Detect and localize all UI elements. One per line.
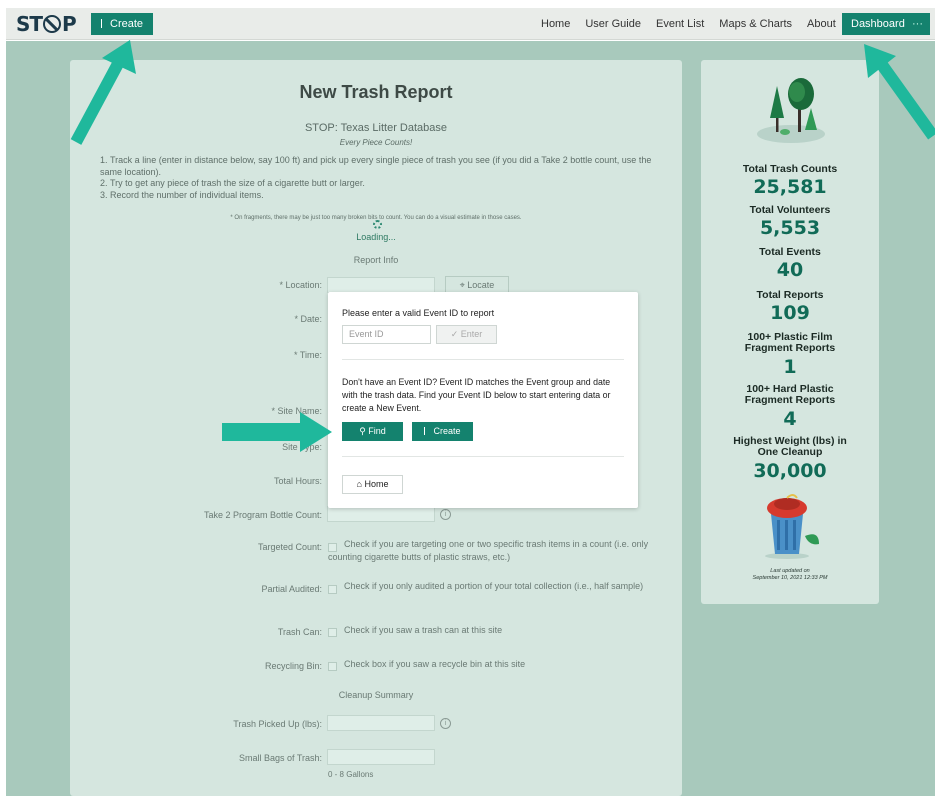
dashboard-button[interactable]: Dashboard ···	[842, 13, 930, 35]
instructions-list: Track a line (enter in distance below, s…	[100, 155, 670, 201]
recycling-label: Recycling Bin:	[264, 661, 322, 671]
trash-can-checkbox[interactable]	[328, 628, 337, 637]
small-bags-hint: 0 - 8 Gallons	[328, 770, 374, 779]
info-icon[interactable]: i	[440, 509, 451, 520]
partial-text: Check if you only audited a portion of y…	[344, 581, 644, 591]
event-id-prompt: Please enter a valid Event ID to report	[342, 308, 495, 318]
search-icon: ⚲	[359, 426, 369, 436]
annotation-arrow-dashboard-icon	[864, 44, 935, 140]
take2-field[interactable]	[327, 506, 435, 522]
enter-button[interactable]: ✓ Enter	[436, 325, 497, 344]
annotation-arrow-create-icon	[70, 40, 136, 145]
trash-picked-field[interactable]	[327, 715, 435, 731]
create-icon	[424, 427, 426, 435]
trash-can-label: Trash Can:	[277, 627, 322, 637]
event-id-description: Don't have an Event ID? Event ID matches…	[342, 377, 611, 413]
partial-label: Partial Audited:	[261, 584, 322, 594]
stat-label: 100+ Plastic Film Fragment Reports	[744, 331, 836, 354]
recycling-checkbox[interactable]	[328, 662, 337, 671]
nav-link-about[interactable]: About	[807, 18, 836, 30]
stat-value: 5,553	[759, 217, 821, 239]
create-button[interactable]: Create	[412, 422, 473, 441]
trash-can-illustration-icon	[765, 494, 819, 559]
targeted-text: Check if you are targeting one or two sp…	[328, 539, 649, 562]
stat-label: Total Trash Counts	[742, 163, 838, 175]
instruction-step: Track a line (enter in distance below, s…	[100, 155, 670, 178]
trash-can-text: Check if you saw a trash can at this sit…	[344, 625, 503, 635]
instruction-step: Try to get any piece of trash the size o…	[100, 178, 670, 190]
form-subtitle: STOP: Texas Litter Database	[304, 122, 448, 134]
trees-illustration-icon	[757, 78, 825, 143]
event-id-input[interactable]: Event ID	[342, 325, 431, 344]
stat-value: 109	[770, 302, 810, 324]
stat-value: 1	[783, 356, 797, 378]
stat-value: 25,581	[753, 176, 827, 198]
stat-label: Total Volunteers	[749, 204, 831, 216]
small-bags-label: Small Bags of Trash:	[238, 753, 322, 763]
nav-link-home[interactable]: Home	[541, 18, 570, 30]
targeted-label: Targeted Count:	[257, 542, 322, 552]
recycling-text: Check box if you saw a recycle bin at th…	[344, 659, 526, 669]
time-label: * Time:	[293, 350, 322, 360]
stats-sidebar: Total Trash Counts 25,581 Total Voluntee…	[701, 60, 879, 604]
date-label: * Date:	[294, 314, 322, 324]
stop-logo[interactable]: ST P	[16, 12, 77, 36]
home-button[interactable]: ⌂ Home	[342, 475, 403, 494]
nav-link-event-list[interactable]: Event List	[656, 18, 704, 30]
create-icon	[101, 19, 102, 28]
total-hours-label: Total Hours:	[273, 476, 322, 486]
location-label: * Location:	[279, 280, 322, 290]
small-bags-field[interactable]	[327, 749, 435, 765]
nav-link-maps-charts[interactable]: Maps & Charts	[719, 18, 792, 30]
nav-links: Home User Guide Event List Maps & Charts…	[541, 8, 851, 40]
loading-spinner-icon	[373, 220, 382, 229]
stat-label: Highest Weight (lbs) in One Cleanup	[733, 435, 847, 458]
info-icon[interactable]: i	[440, 718, 451, 729]
find-button[interactable]: ⚲ Find	[342, 422, 403, 441]
stat-label: Total Reports	[756, 289, 824, 301]
last-updated: Last updated on September 10, 2021 12:33…	[752, 568, 828, 581]
stat-value: 30,000	[753, 460, 827, 482]
loading-text: Loading...	[356, 232, 396, 242]
stat-value: 4	[783, 408, 797, 430]
form-tagline: Every Piece Counts!	[339, 138, 413, 147]
stat-label: 100+ Hard Plastic Fragment Reports	[744, 383, 836, 406]
nav-link-user-guide[interactable]: User Guide	[585, 18, 641, 30]
instruction-step: Record the number of individual items.	[100, 190, 670, 202]
section-report-info: Report Info	[353, 255, 399, 265]
section-cleanup-summary: Cleanup Summary	[338, 690, 414, 700]
event-id-modal: Please enter a valid Event ID to report …	[328, 292, 638, 508]
stat-label: Total Events	[759, 246, 821, 258]
stat-value: 40	[776, 259, 804, 281]
nav-create-button[interactable]: Create	[91, 13, 153, 35]
annotation-arrow-find-icon	[222, 412, 332, 452]
trash-picked-label: Trash Picked Up (lbs):	[233, 719, 322, 729]
location-field[interactable]	[327, 277, 435, 293]
divider	[342, 359, 624, 360]
top-navbar: ST P Create Home User Guide Event List Ma…	[6, 8, 935, 40]
check-icon: ✓	[450, 329, 461, 339]
divider	[342, 456, 624, 457]
more-icon: ···	[912, 18, 923, 30]
take2-label: Take 2 Program Bottle Count:	[203, 510, 322, 520]
page-title: New Trash Report	[299, 82, 453, 102]
